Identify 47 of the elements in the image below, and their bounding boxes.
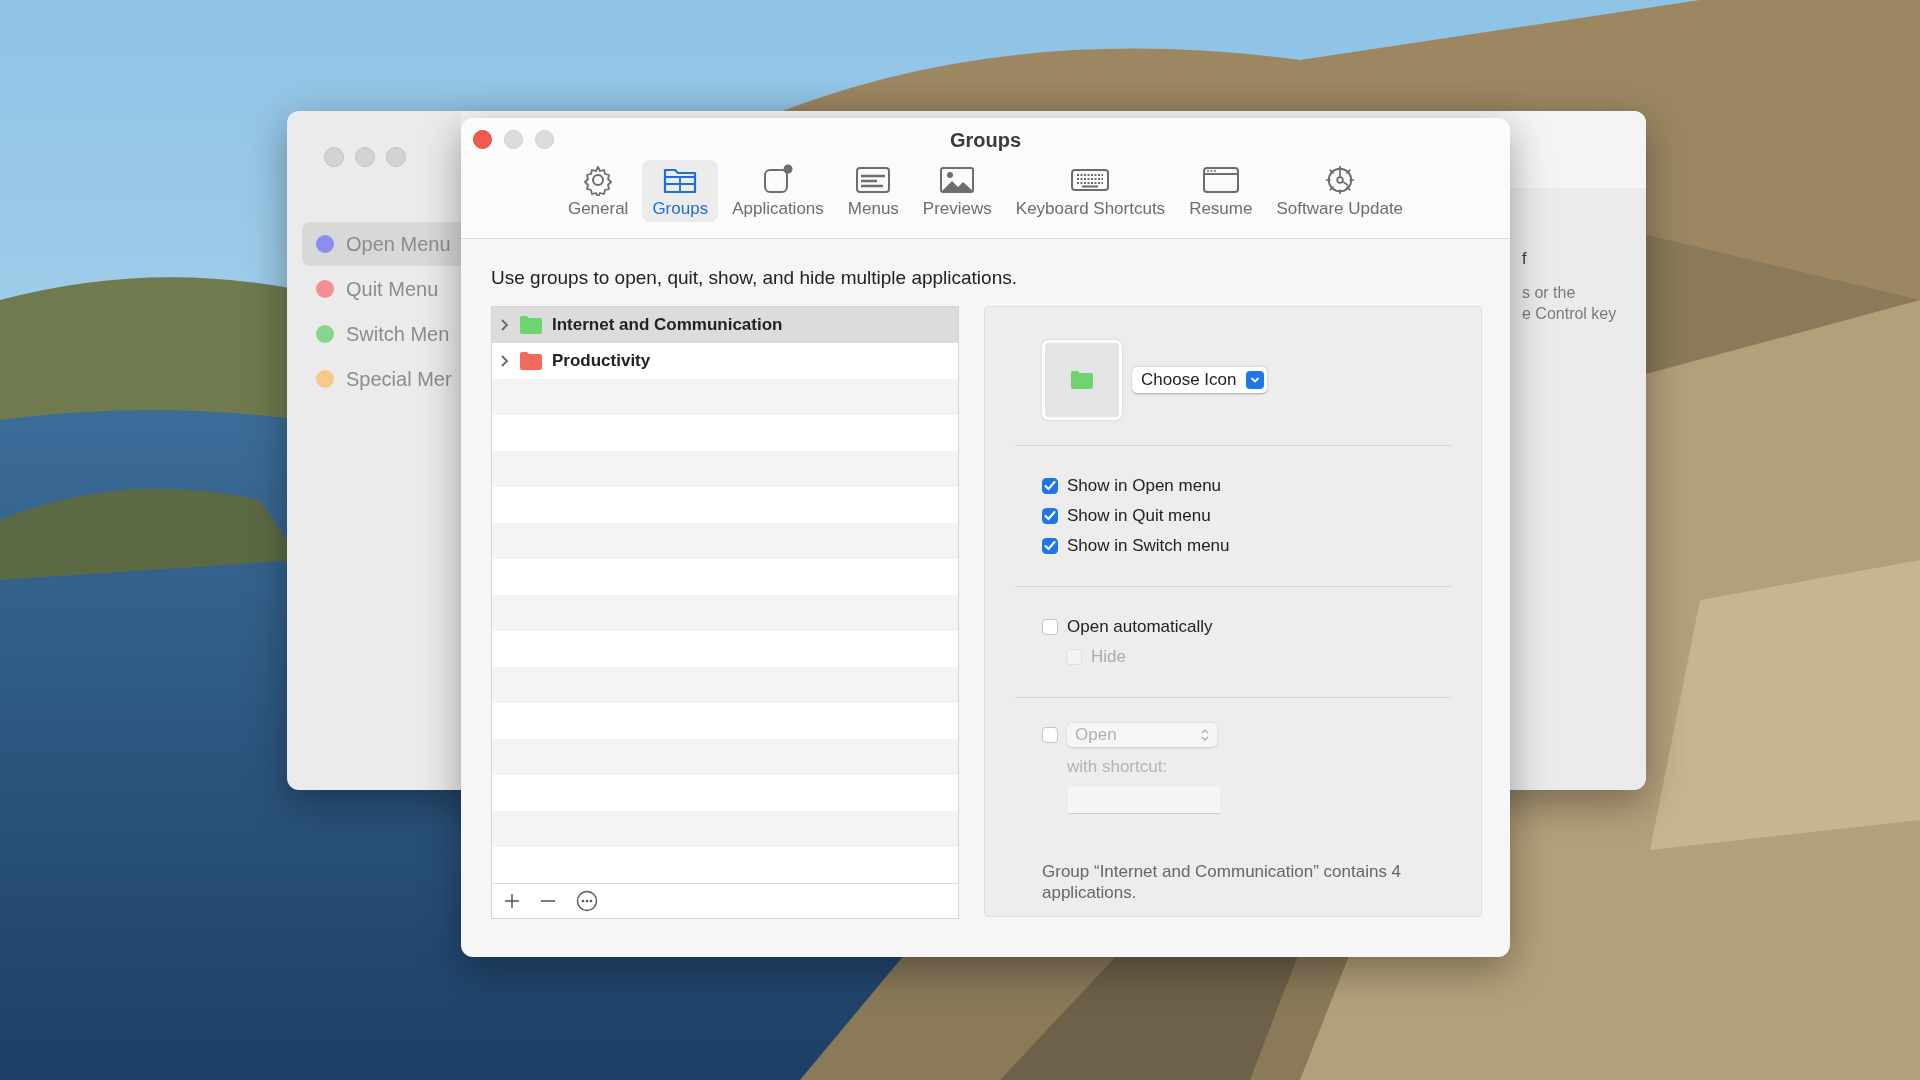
toolbar-tab[interactable]: Keyboard Shortcuts — [1005, 160, 1176, 222]
toolbar-tab[interactable]: General — [557, 160, 639, 222]
zoom-button[interactable] — [386, 147, 406, 167]
checkbox-label[interactable]: Show in Open menu — [1067, 476, 1222, 496]
group-row[interactable]: Productivity — [492, 343, 958, 379]
add-icon[interactable] — [504, 893, 520, 909]
zoom-button[interactable] — [535, 130, 554, 149]
toolbar-tab[interactable]: Resume — [1179, 160, 1263, 222]
icon-well[interactable] — [1042, 340, 1122, 420]
chevron-icon[interactable] — [500, 318, 510, 332]
checkbox[interactable] — [1042, 478, 1058, 494]
window-icon — [1201, 164, 1240, 196]
toolbar-tab[interactable]: Groups — [642, 160, 719, 222]
description: Use groups to open, quit, show, and hide multiple applications. — [491, 267, 1018, 289]
minimize-button[interactable] — [504, 130, 523, 149]
toolbar-tab[interactable]: Previews — [912, 160, 1002, 222]
up-down-chevron-icon — [1201, 728, 1209, 742]
checkbox[interactable] — [1042, 508, 1058, 524]
toolbar-tab[interactable]: Applications — [722, 160, 834, 222]
sidebar-item[interactable]: Quit Menu — [302, 267, 461, 311]
text-fragment: s or the — [1522, 283, 1577, 303]
folder-icon — [520, 316, 542, 334]
window-title: Groups — [949, 129, 1022, 152]
group-row[interactable]: Internet and Communication — [492, 307, 958, 343]
shortcut-caption: with shortcut: — [1067, 757, 1169, 777]
chevron-icon — [1250, 376, 1261, 384]
checkbox[interactable] — [1042, 538, 1058, 554]
sidebar-item[interactable]: Switch Men — [302, 312, 461, 356]
image-icon — [939, 164, 976, 196]
folder-icon — [520, 352, 542, 370]
sidebar-item[interactable]: Special Mer — [302, 357, 461, 401]
toolbar-tab[interactable]: Menus — [837, 160, 909, 222]
list-window-icon — [855, 164, 892, 196]
text-fragment: e Control key — [1522, 304, 1618, 324]
group-summary: Group “Internet and Communication” contains 4 applications. — [1042, 861, 1403, 903]
minimize-button[interactable] — [355, 147, 375, 167]
text-fragment: f — [1522, 249, 1528, 269]
more-icon[interactable] — [576, 890, 598, 912]
checkbox-label[interactable]: Show in Quit menu — [1067, 506, 1211, 526]
checkbox-label[interactable]: Show in Switch menu — [1067, 536, 1230, 556]
folder-icon — [1071, 371, 1093, 389]
checkbox[interactable] — [1042, 619, 1058, 635]
checkbox-label[interactable]: Open automatically — [1067, 617, 1213, 637]
toolbar-tab[interactable]: Software Update — [1266, 160, 1414, 222]
choose-icon-popup[interactable]: Choose Icon — [1132, 367, 1268, 393]
close-button[interactable] — [473, 130, 492, 149]
chevron-icon[interactable] — [500, 354, 510, 368]
